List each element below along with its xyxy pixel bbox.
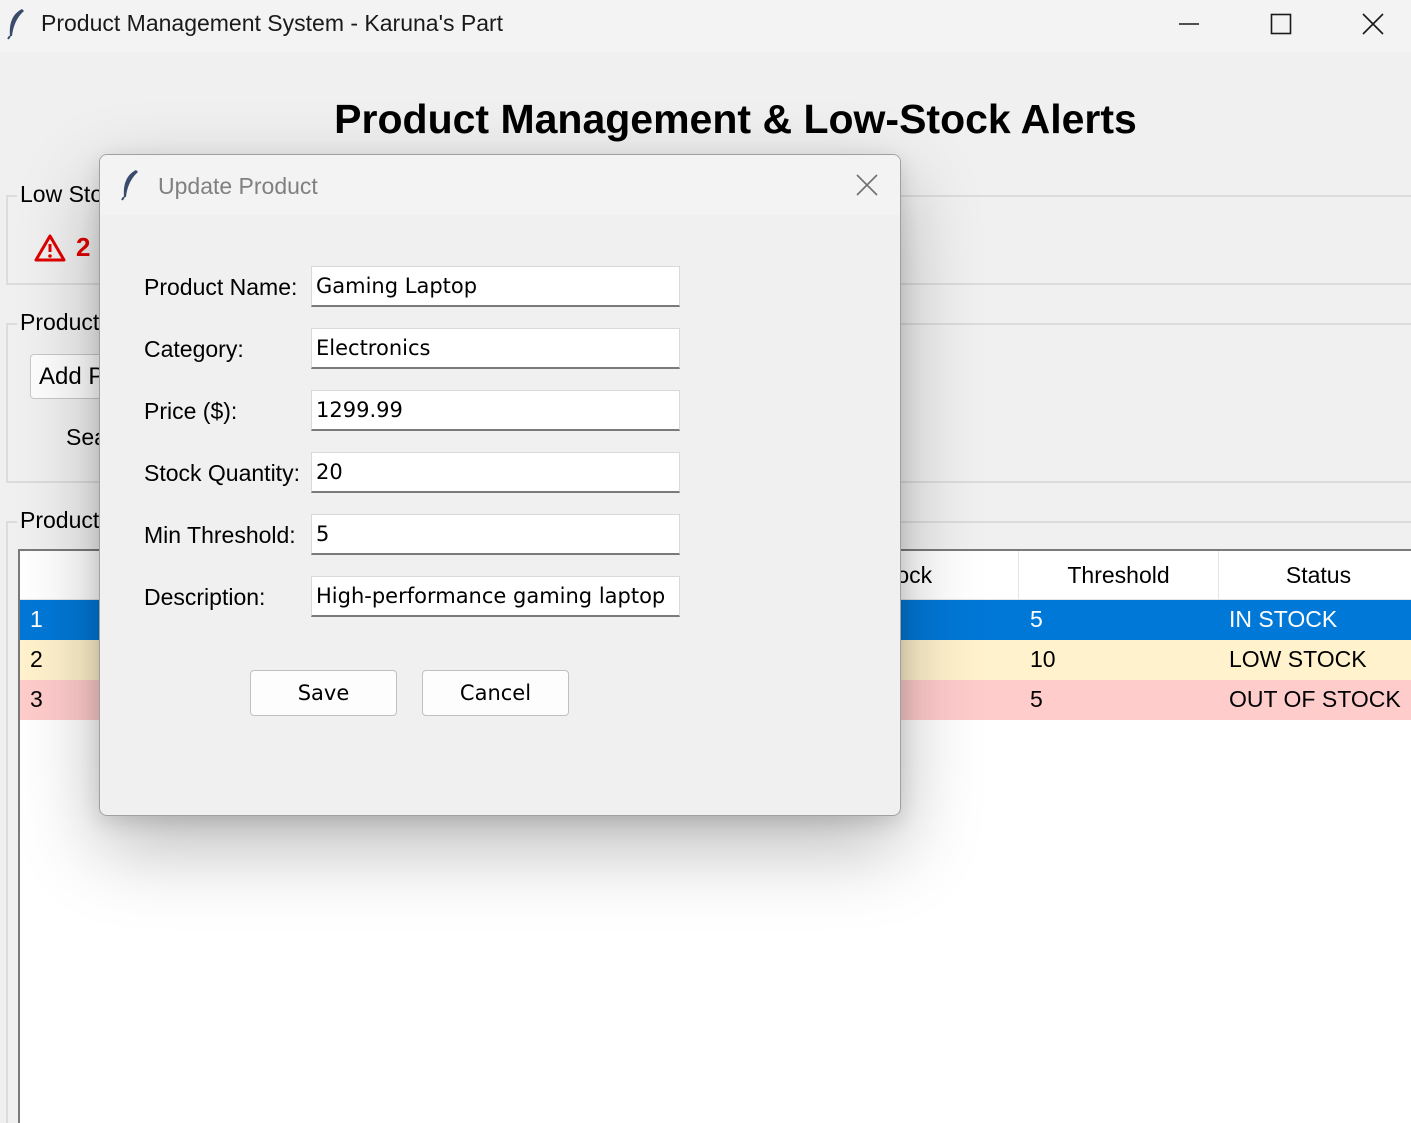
dialog-title: Update Product — [158, 173, 318, 199]
column-header-status[interactable]: Status — [1218, 551, 1411, 600]
column-header-threshold[interactable]: Threshold — [1018, 551, 1218, 600]
low-stock-alert: 2 — [34, 232, 90, 263]
minimize-icon — [1179, 23, 1199, 25]
save-button[interactable]: Save — [250, 670, 397, 716]
price-label: Price ($): — [144, 398, 238, 424]
min-threshold-label: Min Threshold: — [144, 522, 296, 548]
alert-count: 2 — [76, 232, 91, 262]
window-title: Product Management System - Karuna's Par… — [41, 10, 504, 36]
minimize-button[interactable] — [1143, 0, 1235, 48]
stock-quantity-field[interactable] — [311, 452, 680, 493]
product-name-field[interactable] — [311, 266, 680, 307]
close-icon — [856, 174, 878, 196]
feather-icon — [121, 170, 138, 201]
row-id: 1 — [30, 606, 43, 632]
row-id: 3 — [30, 686, 43, 712]
row-status: OUT OF STOCK — [1229, 686, 1401, 712]
min-threshold-field[interactable] — [311, 514, 680, 555]
row-status: LOW STOCK — [1229, 646, 1367, 672]
low-stock-group-label: Low Sto — [17, 181, 107, 208]
stock-quantity-label: Stock Quantity: — [144, 460, 300, 486]
warning-icon — [34, 234, 66, 261]
dialog-titlebar: Update Product — [100, 155, 900, 215]
dialog-close-button[interactable] — [844, 165, 890, 205]
row-threshold: 5 — [1030, 606, 1043, 632]
maximize-icon — [1270, 13, 1292, 35]
product-list-group-label: Product — [17, 507, 103, 534]
update-product-dialog: Update Product Product Name: Category: P… — [99, 154, 901, 816]
page-title: Product Management & Low-Stock Alerts — [334, 96, 1137, 142]
row-status: IN STOCK — [1229, 606, 1338, 632]
close-icon — [1362, 13, 1384, 35]
row-threshold: 5 — [1030, 686, 1043, 712]
price-field[interactable] — [311, 390, 680, 431]
row-threshold: 10 — [1030, 646, 1056, 672]
window-close-button[interactable] — [1327, 0, 1411, 48]
row-id: 2 — [30, 646, 43, 672]
description-field[interactable] — [311, 576, 680, 617]
category-field[interactable] — [311, 328, 680, 369]
product-group-label: Product — [17, 309, 103, 336]
maximize-button[interactable] — [1235, 0, 1327, 48]
cancel-button[interactable]: Cancel — [422, 670, 569, 716]
product-name-label: Product Name: — [144, 274, 298, 300]
category-label: Category: — [144, 336, 244, 362]
description-label: Description: — [144, 584, 266, 610]
window-titlebar: Product Management System - Karuna's Par… — [0, 0, 1411, 52]
feather-icon — [7, 9, 24, 40]
